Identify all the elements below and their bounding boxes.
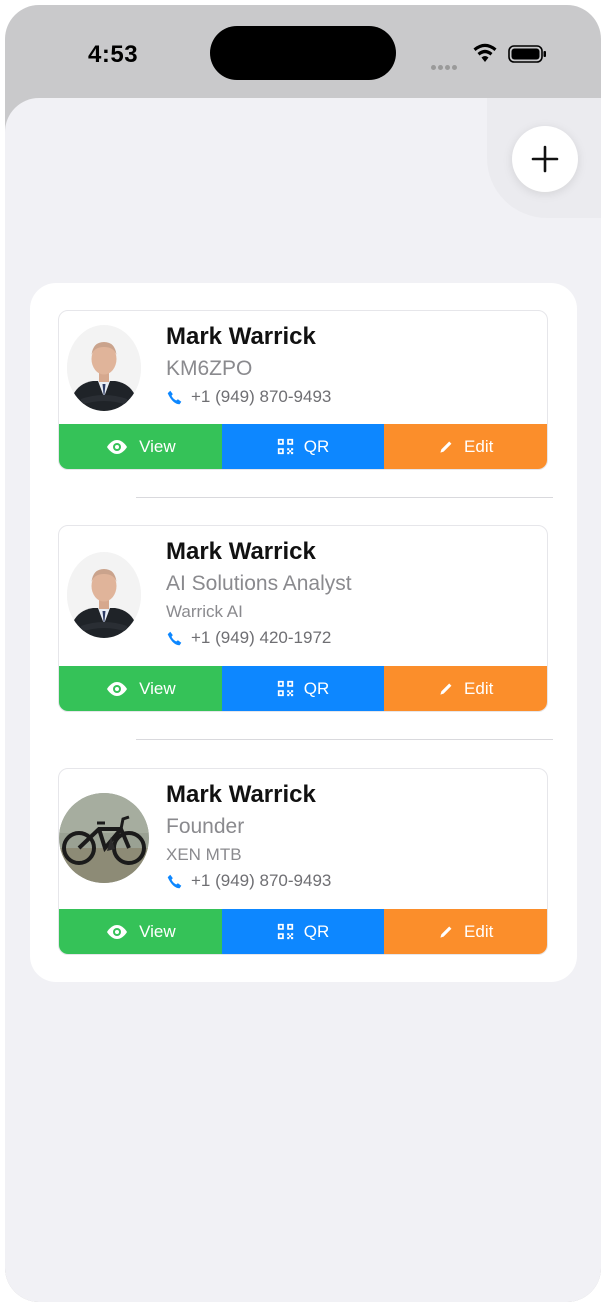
card-name: Mark Warrick	[166, 781, 316, 808]
qr-button[interactable]: QR	[221, 666, 385, 711]
edit-button[interactable]: Edit	[384, 424, 547, 469]
status-time: 4:53	[88, 41, 139, 68]
portrait-photo	[67, 325, 141, 411]
eye-icon	[105, 435, 129, 459]
avatar	[59, 793, 149, 883]
plus-icon	[531, 145, 559, 173]
card-info: Mark Warrick Founder XEN MTB +1 (949) 87…	[166, 781, 331, 891]
contact-card: Mark Warrick Founder XEN MTB +1 (949) 87…	[58, 768, 548, 955]
view-button[interactable]: View	[59, 666, 222, 711]
card-info: Mark Warrick KM6ZPO +1 (949) 870-9493	[166, 323, 331, 407]
card-title: AI Solutions Analyst	[166, 572, 352, 595]
phone-icon	[166, 873, 183, 890]
portrait-photo	[67, 552, 141, 638]
wifi-icon	[473, 43, 497, 62]
edit-label: Edit	[464, 678, 494, 698]
phone-number: +1 (949) 870-9493	[191, 871, 332, 890]
qr-button[interactable]: QR	[221, 424, 385, 469]
status-bar: 4:53	[5, 5, 601, 100]
battery-icon	[508, 45, 546, 63]
pencil-icon	[438, 681, 454, 697]
phone-number: +1 (949) 870-9493	[191, 387, 332, 406]
view-label: View	[139, 678, 176, 698]
edit-button[interactable]: Edit	[384, 909, 547, 954]
eye-icon	[105, 677, 129, 701]
pencil-icon	[438, 924, 454, 940]
view-button[interactable]: View	[59, 909, 222, 954]
card-title: Founder	[166, 815, 245, 838]
add-card-button[interactable]	[512, 126, 578, 192]
qr-code-icon	[277, 923, 294, 940]
phone-number: +1 (949) 420-1972	[191, 628, 332, 647]
list-divider	[136, 497, 553, 498]
dynamic-island	[210, 26, 396, 80]
cards-list: Mark Warrick KM6ZPO +1 (949) 870-9493 Vi…	[30, 283, 577, 982]
pencil-icon	[438, 439, 454, 455]
card-actions: View QR Edit	[59, 424, 547, 469]
card-company: XEN MTB	[166, 845, 242, 864]
view-label: View	[139, 436, 176, 456]
mountain-bike-photo	[59, 793, 149, 883]
qr-label: QR	[303, 678, 330, 698]
contact-card: Mark Warrick KM6ZPO +1 (949) 870-9493 Vi…	[58, 310, 548, 470]
cellular-signal-icon	[431, 57, 463, 70]
card-actions: View QR Edit	[59, 666, 547, 711]
phone-icon	[166, 630, 183, 647]
list-divider	[136, 739, 553, 740]
device-frame: 4:53 Mark Warrick KM6ZPO +1 (949) 870-94…	[5, 5, 601, 1302]
edit-label: Edit	[464, 436, 494, 456]
card-title: KM6ZPO	[166, 357, 253, 380]
card-company: Warrick AI	[166, 602, 243, 621]
qr-button[interactable]: QR	[221, 909, 385, 954]
qr-label: QR	[303, 921, 330, 941]
card-actions: View QR Edit	[59, 909, 547, 954]
view-button[interactable]: View	[59, 424, 222, 469]
qr-code-icon	[277, 680, 294, 697]
phone-row[interactable]: +1 (949) 870-9493	[166, 871, 331, 891]
phone-icon	[166, 389, 183, 406]
eye-icon	[105, 920, 129, 944]
phone-row[interactable]: +1 (949) 420-1972	[166, 628, 352, 648]
qr-code-icon	[277, 438, 294, 455]
qr-label: QR	[303, 436, 330, 456]
main-sheet: Mark Warrick KM6ZPO +1 (949) 870-9493 Vi…	[5, 98, 601, 1302]
phone-row[interactable]: +1 (949) 870-9493	[166, 387, 331, 407]
contact-card: Mark Warrick AI Solutions Analyst Warric…	[58, 525, 548, 712]
edit-label: Edit	[464, 921, 494, 941]
view-label: View	[139, 921, 176, 941]
card-name: Mark Warrick	[166, 323, 316, 350]
card-name: Mark Warrick	[166, 538, 316, 565]
avatar	[67, 552, 141, 638]
avatar	[67, 325, 141, 411]
edit-button[interactable]: Edit	[384, 666, 547, 711]
card-info: Mark Warrick AI Solutions Analyst Warric…	[166, 538, 352, 648]
